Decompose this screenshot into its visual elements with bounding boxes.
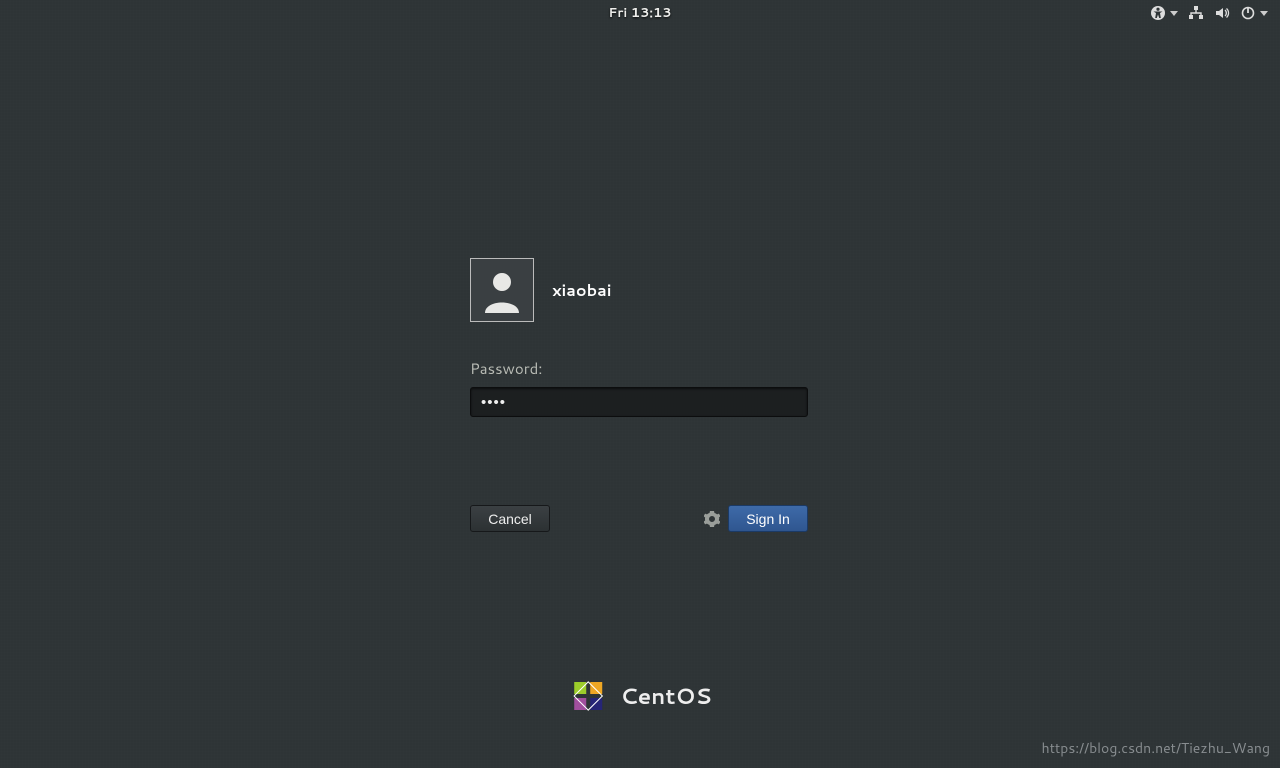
top-bar-right bbox=[1150, 0, 1268, 26]
os-brand: CentOS bbox=[568, 676, 712, 716]
os-brand-text: CentOS bbox=[620, 681, 712, 712]
chevron-down-icon bbox=[1170, 11, 1178, 16]
clock: Fri 13:13 bbox=[608, 4, 671, 22]
accessibility-icon bbox=[1150, 5, 1166, 21]
volume-menu[interactable] bbox=[1214, 5, 1230, 21]
user-row: xiaobai bbox=[470, 258, 808, 322]
power-menu[interactable] bbox=[1240, 5, 1268, 21]
button-row: Cancel Sign In bbox=[470, 505, 808, 532]
network-icon bbox=[1188, 5, 1204, 21]
centos-logo-icon bbox=[568, 676, 608, 716]
avatar bbox=[470, 258, 534, 322]
password-input[interactable] bbox=[470, 387, 808, 417]
password-label: Password: bbox=[470, 358, 808, 379]
login-panel: xiaobai Password: Cancel Sign In bbox=[470, 258, 808, 532]
volume-icon bbox=[1214, 5, 1230, 21]
signin-button[interactable]: Sign In bbox=[728, 505, 808, 532]
chevron-down-icon bbox=[1260, 11, 1268, 16]
username-label: xiaobai bbox=[552, 279, 612, 302]
network-menu[interactable] bbox=[1188, 5, 1204, 21]
power-icon bbox=[1240, 5, 1256, 21]
accessibility-menu[interactable] bbox=[1150, 5, 1178, 21]
cancel-button[interactable]: Cancel bbox=[470, 505, 550, 532]
top-bar: Fri 13:13 bbox=[0, 0, 1280, 26]
gear-icon bbox=[704, 511, 720, 527]
user-icon bbox=[477, 265, 527, 315]
session-options-button[interactable] bbox=[704, 511, 720, 527]
watermark: https://blog.csdn.net/Tiezhu_Wang bbox=[1042, 738, 1270, 758]
